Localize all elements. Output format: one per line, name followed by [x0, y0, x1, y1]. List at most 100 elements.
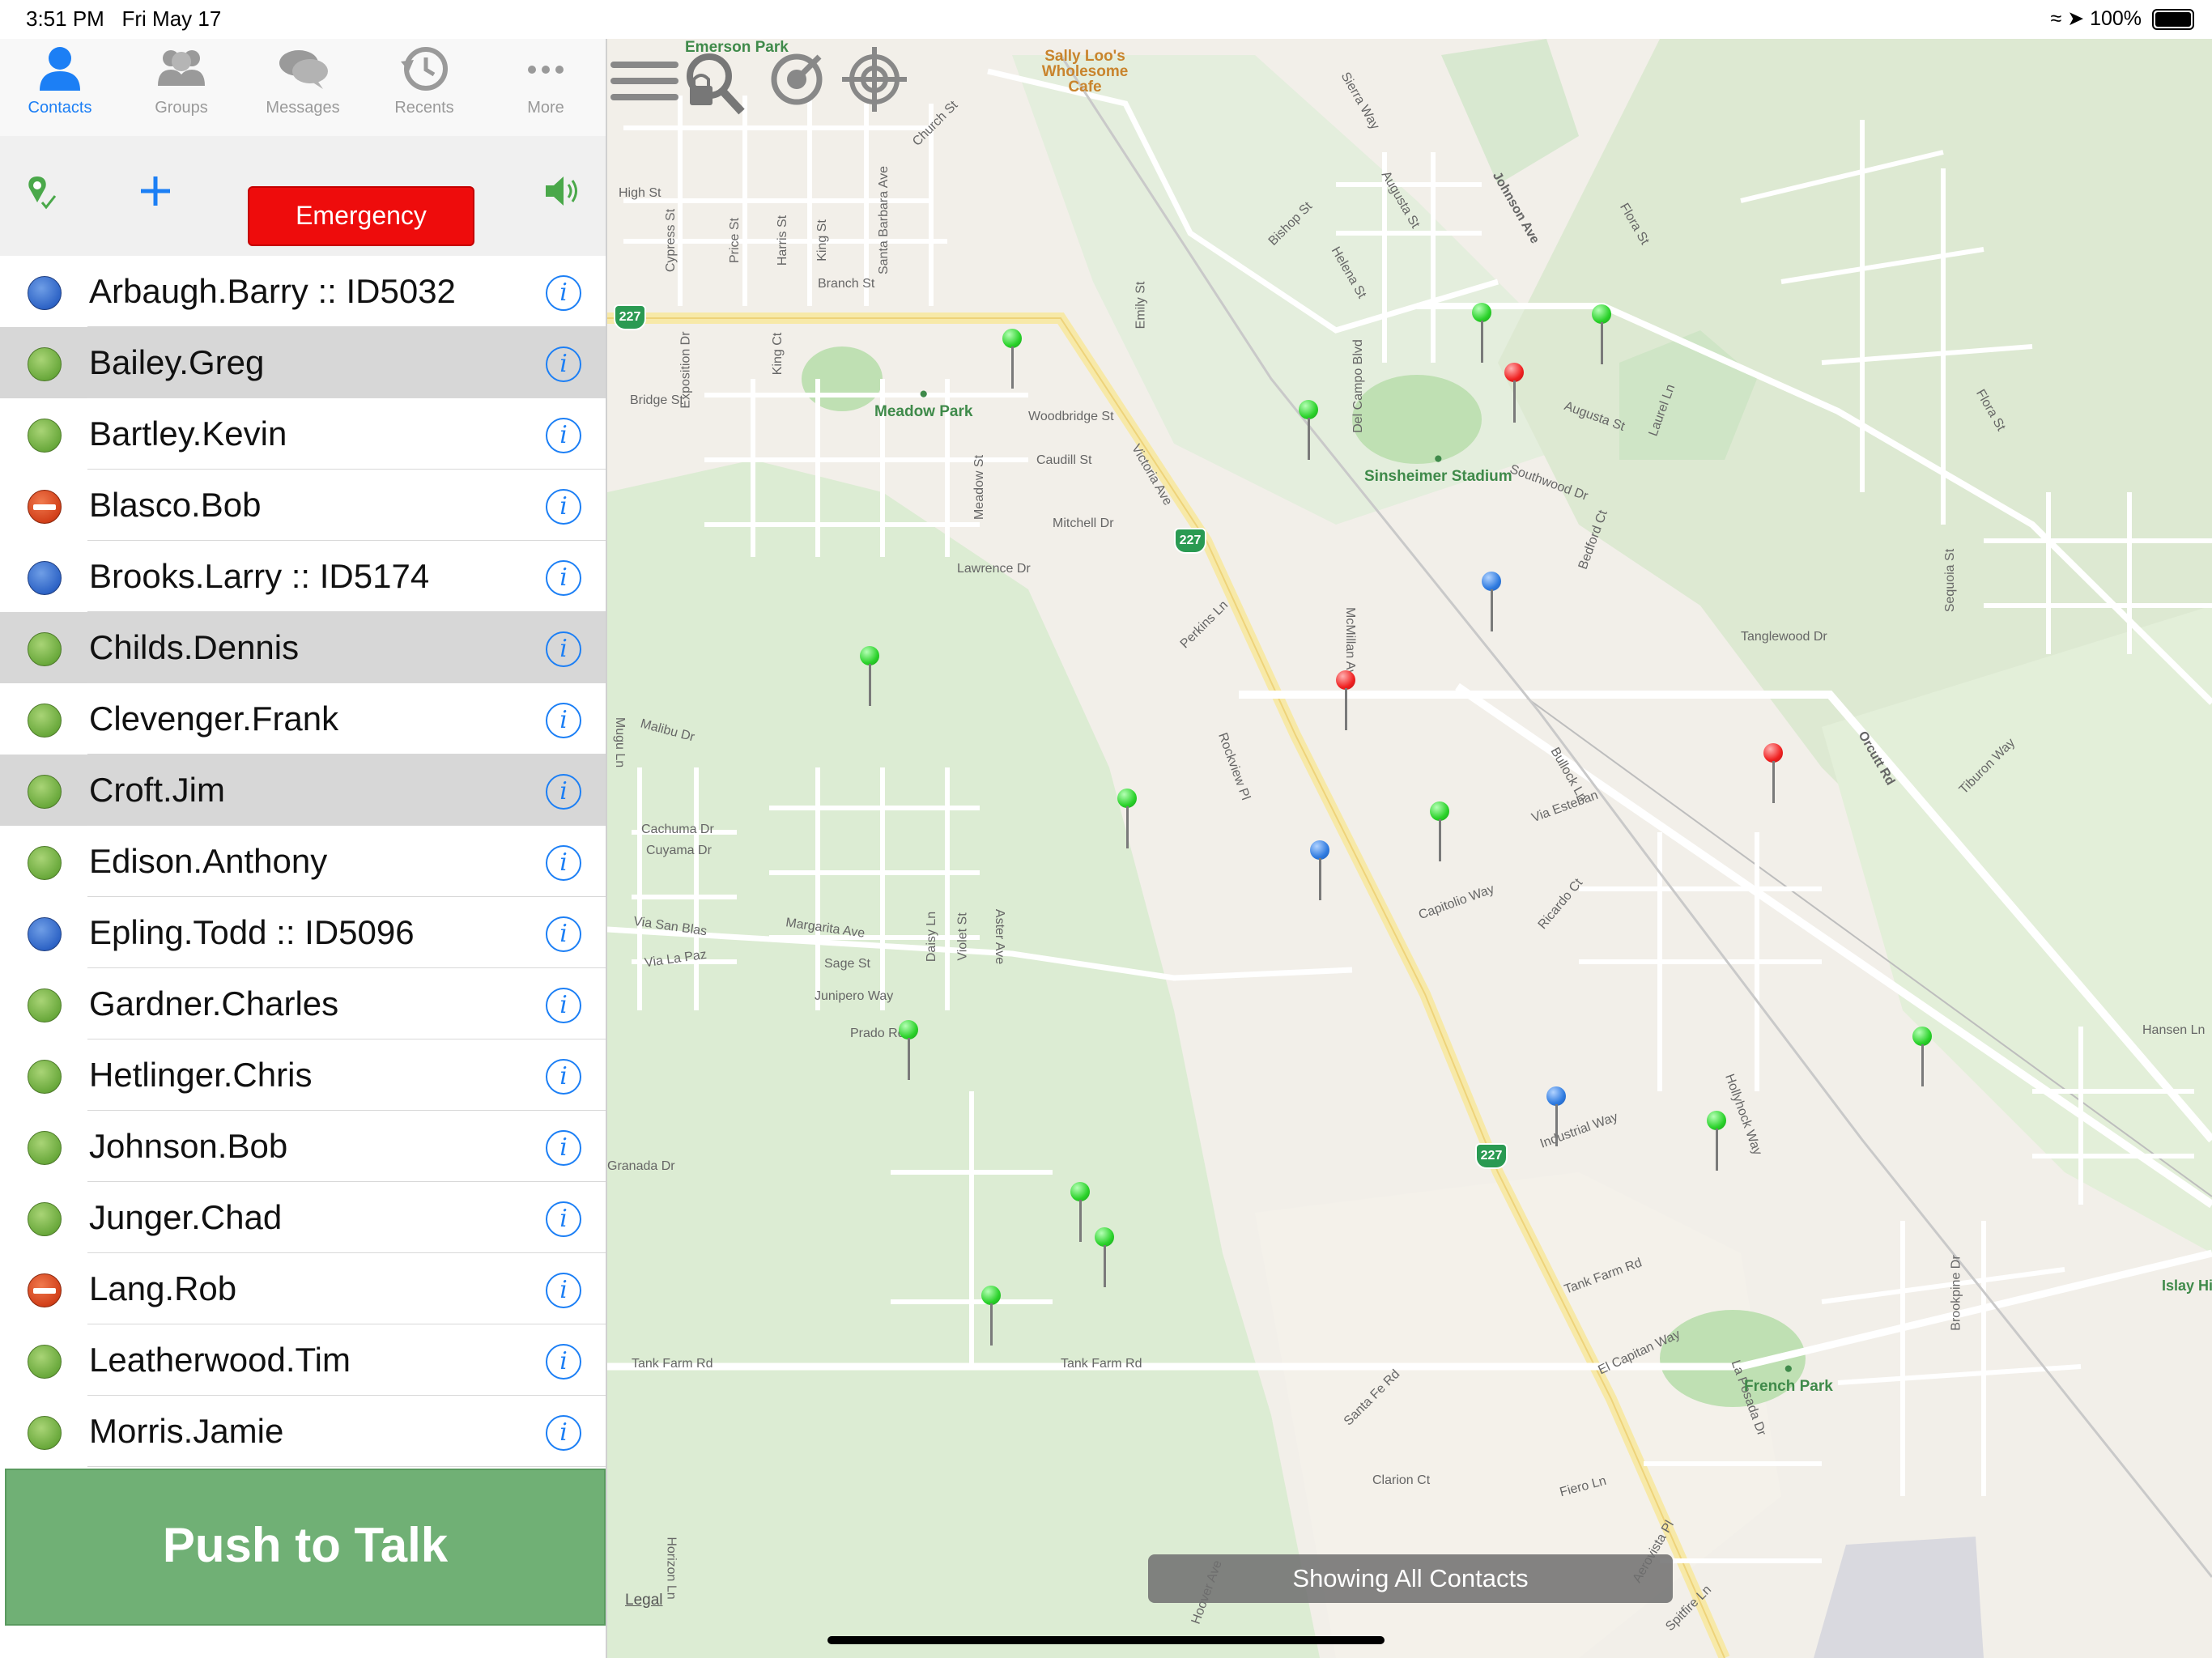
status-green-icon — [28, 1060, 62, 1094]
contact-row[interactable]: Gardner.Charles i — [0, 968, 606, 1039]
push-to-talk-button[interactable]: Push to Talk — [5, 1469, 606, 1626]
contact-name: Leatherwood.Tim — [89, 1341, 351, 1379]
info-icon[interactable]: i — [546, 845, 581, 881]
map-pin-blue[interactable] — [1482, 572, 1503, 633]
map-pin-green[interactable] — [1095, 1227, 1116, 1289]
map-pin-green[interactable] — [1002, 329, 1023, 390]
map-pin-blue[interactable] — [1546, 1086, 1568, 1148]
contact-row[interactable]: Johnson.Bob i — [0, 1111, 606, 1182]
status-green-icon — [28, 632, 62, 666]
info-icon[interactable]: i — [546, 774, 581, 810]
map-pin-green[interactable] — [1592, 304, 1613, 366]
map-pin-green[interactable] — [1299, 400, 1320, 461]
status-right: ≈ ➤ 100% — [2051, 6, 2194, 31]
info-icon[interactable]: i — [546, 703, 581, 738]
info-icon[interactable]: i — [546, 489, 581, 525]
map-pin-green[interactable] — [1707, 1111, 1728, 1172]
location-check-icon[interactable] — [26, 173, 58, 212]
contact-row[interactable]: Morris.Jamie i — [0, 1396, 606, 1467]
status-green-icon — [28, 347, 62, 381]
menu-icon[interactable] — [610, 62, 678, 100]
map-pin-green[interactable] — [1117, 789, 1138, 850]
tab-messages[interactable]: Messages — [246, 44, 359, 133]
info-icon[interactable]: i — [546, 275, 581, 311]
target-icon[interactable] — [842, 47, 907, 112]
battery-icon — [2152, 9, 2194, 31]
contact-row[interactable]: Clevenger.Frank i — [0, 683, 606, 755]
highway-shield: 227 — [1174, 528, 1206, 554]
tab-groups[interactable]: Groups — [125, 44, 238, 133]
map-pin-blue[interactable] — [1310, 840, 1331, 902]
map-pin-green[interactable] — [1912, 1027, 1933, 1088]
status-green-icon — [28, 1131, 62, 1165]
contact-row[interactable]: Brooks.Larry :: ID5174 i — [0, 541, 606, 612]
info-icon[interactable]: i — [546, 988, 581, 1023]
highway-shield: 227 — [1475, 1143, 1508, 1169]
info-icon[interactable]: i — [546, 560, 581, 596]
contact-row[interactable]: Junger.Chad i — [0, 1182, 606, 1253]
contact-name: Childs.Dennis — [89, 628, 300, 666]
info-icon[interactable]: i — [546, 1273, 581, 1308]
info-icon[interactable]: i — [546, 916, 581, 952]
info-icon[interactable]: i — [546, 1201, 581, 1237]
contact-name: Clevenger.Frank — [89, 699, 339, 738]
recents-icon — [401, 47, 448, 91]
speaker-icon[interactable] — [542, 173, 583, 209]
tab-bar: Contacts Groups Messages Recents More — [0, 39, 606, 137]
info-icon[interactable]: i — [546, 346, 581, 382]
info-icon[interactable]: i — [546, 418, 581, 453]
status-green-icon — [28, 419, 62, 453]
contact-row[interactable]: Lang.Rob i — [0, 1253, 606, 1324]
map-view[interactable]: Church St High St Cypress St Price St Ha… — [607, 39, 2212, 1658]
contact-list[interactable]: Arbaugh.Barry :: ID5032 i Bailey.Greg i Bart… — [0, 256, 606, 1503]
map-pin-green[interactable] — [981, 1286, 1002, 1347]
emergency-button[interactable]: Emergency — [248, 186, 474, 246]
add-contact-icon[interactable] — [138, 173, 173, 209]
contact-row[interactable]: Bailey.Greg i — [0, 327, 606, 398]
contact-row[interactable]: Bartley.Kevin i — [0, 398, 606, 470]
contact-row[interactable]: Leatherwood.Tim i — [0, 1324, 606, 1396]
home-indicator[interactable] — [827, 1636, 1385, 1644]
stadium-label: ● Sinsheimer Stadium — [1364, 450, 1512, 485]
contact-name: Brooks.Larry :: ID5174 — [89, 557, 430, 595]
contact-row[interactable]: Edison.Anthony i — [0, 826, 606, 897]
legal-link[interactable]: Legal — [625, 1592, 663, 1609]
tab-more[interactable]: More — [489, 44, 602, 133]
info-icon[interactable]: i — [546, 1130, 581, 1166]
contact-row[interactable]: Epling.Todd :: ID5096 i — [0, 897, 606, 968]
lock-search-icon[interactable] — [687, 53, 745, 115]
contact-row[interactable]: Blasco.Bob i — [0, 470, 606, 541]
map-pin-red[interactable] — [1336, 670, 1357, 732]
status-red-icon — [28, 1273, 62, 1307]
map-pin-green[interactable] — [899, 1020, 920, 1082]
contact-row[interactable]: Childs.Dennis i — [0, 612, 606, 683]
location-icon: ➤ — [2067, 7, 2085, 30]
park-label: ● Meadow Park — [874, 385, 973, 420]
map-pin-green[interactable] — [1472, 303, 1493, 364]
contacts-toolbar: Emergency — [0, 136, 606, 256]
poi-label: Sally Loo's Wholesome Cafe — [1041, 48, 1129, 96]
contact-row[interactable]: Croft.Jim i — [0, 755, 606, 826]
info-icon[interactable]: i — [546, 1344, 581, 1380]
contact-name: Junger.Chad — [89, 1198, 283, 1236]
tab-contacts[interactable]: Contacts — [3, 44, 117, 133]
map-pin-green[interactable] — [860, 646, 881, 708]
map-pin-red[interactable] — [1504, 363, 1525, 424]
more-icon — [528, 66, 564, 74]
park-icon: ● — [1784, 1360, 1793, 1377]
contact-row[interactable]: Arbaugh.Barry :: ID5032 i — [0, 256, 606, 327]
refresh-icon[interactable] — [771, 53, 823, 105]
contact-row[interactable]: Hetlinger.Chris i — [0, 1039, 606, 1111]
info-icon[interactable]: i — [546, 1415, 581, 1451]
tab-recents[interactable]: Recents — [368, 44, 481, 133]
info-icon[interactable]: i — [546, 1059, 581, 1095]
map-pin-red[interactable] — [1763, 743, 1784, 805]
status-green-icon — [28, 1416, 62, 1450]
groups-icon — [158, 50, 205, 86]
info-icon[interactable]: i — [546, 631, 581, 667]
map-pin-green[interactable] — [1070, 1182, 1091, 1244]
status-blue-icon — [28, 917, 62, 951]
highway-shield: 227 — [614, 304, 646, 330]
map-pin-green[interactable] — [1430, 801, 1451, 863]
contact-name: Bartley.Kevin — [89, 414, 287, 453]
